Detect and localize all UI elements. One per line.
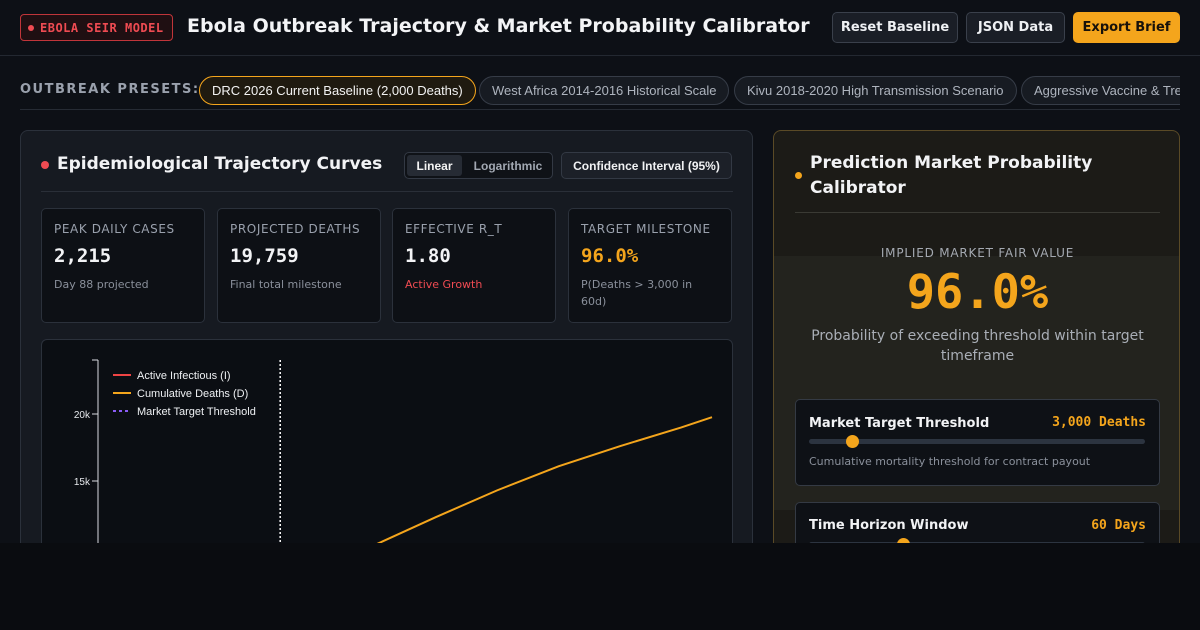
stat-card-peak-cases: PEAK DAILY CASES 2,215 Day 88 projected [41, 208, 205, 323]
fair-value-label: IMPLIED MARKET FAIR VALUE [880, 246, 1075, 260]
trajectory-panel-title: Epidemiological Trajectory Curves [57, 154, 383, 174]
slider-thumb[interactable] [846, 435, 860, 448]
panel-status-dot-icon [41, 161, 49, 169]
panel-divider [795, 212, 1160, 213]
stat-value: 1.80 [405, 245, 451, 267]
stat-subtext: P(Deaths > 3,000 in 60d) [581, 278, 693, 308]
slider-track[interactable] [809, 439, 1145, 444]
model-badge-label: EBOLA SEIR MODEL [40, 20, 164, 35]
legend-label: Active Infectious (I) [137, 370, 231, 382]
stat-value: 96.0% [581, 245, 639, 267]
fair-value: 96.0% [906, 265, 1049, 320]
slider-title: Time Horizon Window [809, 518, 969, 533]
scale-log-button[interactable]: Logarithmic [466, 155, 550, 176]
preset-chip-drc-2026[interactable]: DRC 2026 Current Baseline (2,000 Deaths) [199, 76, 476, 105]
trajectory-panel: Epidemiological Trajectory Curves Linear… [20, 130, 753, 543]
presets-row: DRC 2026 Current Baseline (2,000 Deaths)… [199, 76, 1180, 106]
slider-description: Cumulative mortality threshold for contr… [809, 455, 1091, 468]
series-line-1 [376, 416, 713, 543]
stat-card-target-milestone: TARGET MILESTONE 96.0% P(Deaths > 3,000 … [568, 208, 732, 323]
stat-subtext: Final total milestone [230, 278, 342, 291]
stat-label: TARGET MILESTONE [581, 222, 711, 236]
trajectory-chart-svg: 20k15k10kActive Infectious (I)Cumulative… [74, 359, 713, 543]
trajectory-chart: 20k 15k 10k Active Infectious (I) Cumulative… [41, 339, 733, 543]
app-title: Ebola Outbreak Trajectory & Market Proba… [187, 15, 810, 37]
slider-thumb[interactable] [896, 538, 910, 543]
fair-value-description: Probability of exceeding threshold withi… [811, 328, 1144, 364]
confidence-interval-button[interactable]: Confidence Interval (95%) [561, 152, 732, 179]
calibrator-panel: Prediction Market Probability Calibrator… [773, 130, 1180, 543]
presets-label: OUTBREAK PRESETS: [20, 82, 200, 97]
preset-chip-west-africa[interactable]: West Africa 2014-2016 Historical Scale [479, 76, 730, 105]
preset-chip-kivu[interactable]: Kivu 2018-2020 High Transmission Scenari… [734, 76, 1017, 105]
scale-linear-button[interactable]: Linear [407, 155, 462, 176]
time-horizon-slider-card: Time Horizon Window 60 Days [795, 502, 1160, 543]
stat-label: PEAK DAILY CASES [54, 222, 175, 236]
stat-label: PROJECTED DEATHS [230, 222, 361, 236]
stat-value: 2,215 [54, 245, 112, 267]
y-tick-label: 20k [74, 410, 91, 421]
reset-baseline-button[interactable]: Reset Baseline [832, 12, 958, 43]
slider-value: 60 Days [1091, 518, 1146, 533]
stat-subtext: Day 88 projected [54, 278, 149, 291]
slider-track[interactable] [809, 542, 1145, 543]
status-dot-icon [28, 24, 34, 31]
preset-chip-aggressive-vaccine[interactable]: Aggressive Vaccine & Treatment [1021, 76, 1180, 105]
stat-label: EFFECTIVE R_T [405, 222, 503, 236]
model-badge: EBOLA SEIR MODEL [20, 14, 173, 41]
panel-divider [41, 191, 733, 192]
json-data-button[interactable]: JSON Data [966, 12, 1065, 43]
stat-value: 19,759 [230, 245, 299, 267]
stat-card-effective-rt: EFFECTIVE R_T 1.80 Active Growth [392, 208, 556, 323]
stat-subtext: Active Growth [405, 278, 483, 291]
export-brief-button[interactable]: Export Brief [1073, 12, 1180, 43]
legend-label: Market Target Threshold [137, 406, 256, 418]
app-viewport: EBOLA SEIR MODEL Ebola Outbreak Trajecto… [0, 0, 1200, 543]
y-tick-label: 15k [74, 477, 91, 488]
threshold-slider-card: Market Target Threshold 3,000 Deaths Cum… [795, 399, 1160, 486]
panel-status-dot-icon [795, 172, 802, 179]
top-bar: EBOLA SEIR MODEL Ebola Outbreak Trajecto… [0, 0, 1200, 56]
legend-label: Cumulative Deaths (D) [137, 388, 248, 400]
calibrator-panel-title: Prediction Market Probability Calibrator [810, 153, 1093, 198]
stat-card-projected-deaths: PROJECTED DEATHS 19,759 Final total mile… [217, 208, 381, 323]
presets-divider [20, 109, 1180, 110]
scale-toggle: Linear Logarithmic [404, 152, 553, 179]
slider-title: Market Target Threshold [809, 416, 990, 431]
slider-value: 3,000 Deaths [1052, 415, 1146, 430]
